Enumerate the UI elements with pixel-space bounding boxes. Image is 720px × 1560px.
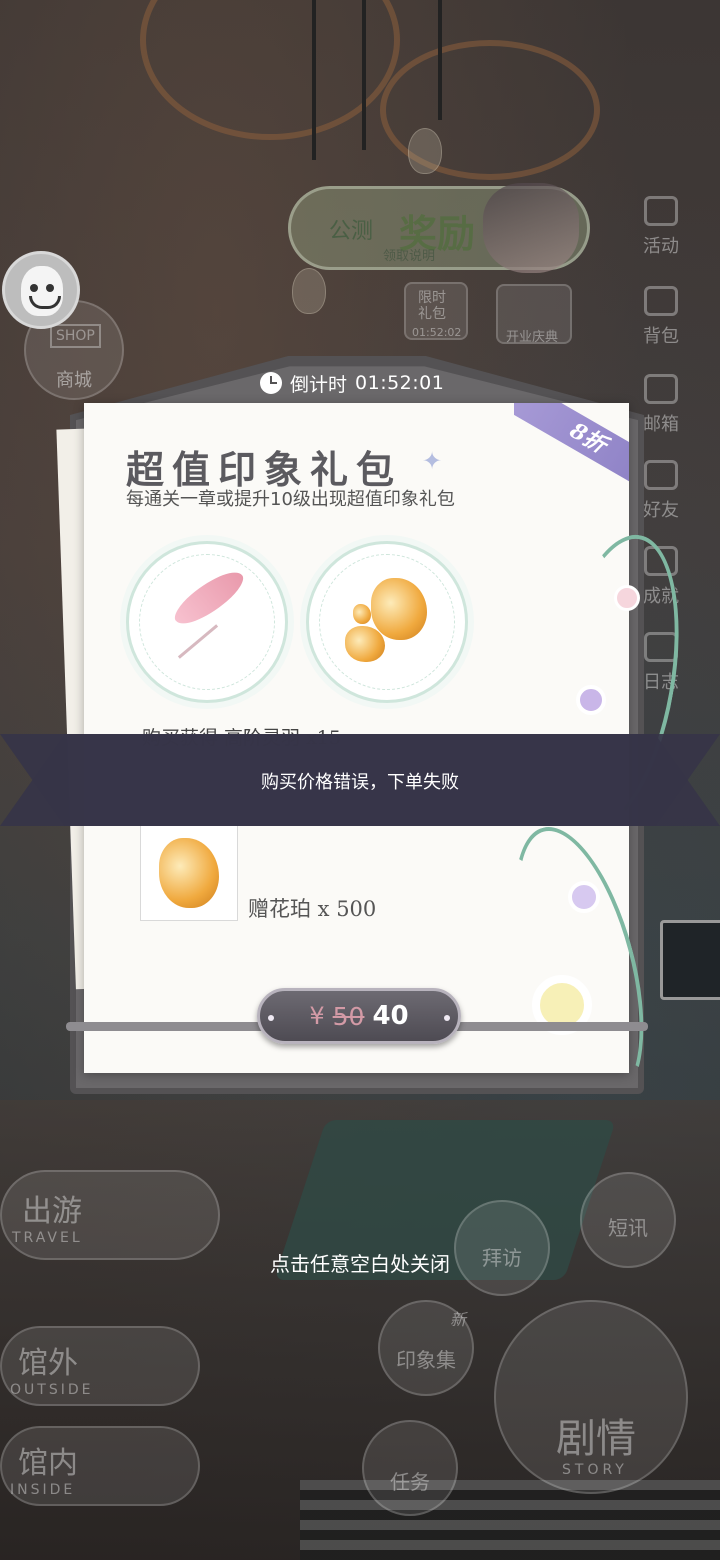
gift-item-slot[interactable] <box>140 823 238 921</box>
amber-icon <box>159 838 219 908</box>
character-portrait <box>483 183 579 273</box>
travel-button[interactable]: 出游 TRAVEL <box>0 1170 220 1260</box>
opening-celebration-badge[interactable]: 开业庆典 <box>496 284 572 345</box>
lamp-cord <box>362 0 366 150</box>
opening-celebration-label: 开业庆典 <box>506 330 559 345</box>
mail-icon <box>644 374 678 404</box>
travel-sub: TRAVEL <box>12 1230 83 1246</box>
clock-icon <box>260 372 282 394</box>
countdown-label: 倒计时 <box>290 373 348 396</box>
activity-label: 活动 <box>643 236 679 257</box>
friends-icon <box>644 460 678 490</box>
button-dot <box>444 1015 450 1021</box>
laptop-decor <box>660 920 720 1000</box>
banner-line3: 领取说明 <box>383 249 436 264</box>
album-label: 印象集 <box>396 1348 456 1372</box>
calendar-icon <box>644 196 678 226</box>
limited-pack-time: 01:52:02 <box>412 326 462 339</box>
story-button[interactable]: 剧情 STORY <box>494 1300 688 1494</box>
item-slot-feather[interactable] <box>126 541 288 703</box>
outside-label: 馆外 <box>18 1346 78 1381</box>
album-button[interactable]: 印象集 新 <box>378 1300 474 1396</box>
flower-icon <box>576 685 606 715</box>
currency-symbol: ¥ <box>309 1002 325 1030</box>
travel-label: 出游 <box>22 1194 82 1229</box>
discount-price: 40 <box>372 1001 409 1031</box>
shop-icon: SHOP <box>50 324 101 348</box>
bag-button[interactable]: 背包 <box>628 280 694 354</box>
bag-icon <box>644 286 678 316</box>
bag-label: 背包 <box>643 326 679 347</box>
mission-label: 任务 <box>390 1470 430 1494</box>
buy-button[interactable]: ¥ 50 40 <box>257 988 461 1044</box>
error-toast: 购买价格错误，下单失败 <box>0 734 720 826</box>
toast-message: 购买价格错误，下单失败 <box>261 772 459 793</box>
launch-reward-banner[interactable]: 公测 奖励 领取说明 <box>288 183 590 273</box>
pack-subtitle: 每通关一章或提升10级出现超值印象礼包 <box>126 489 455 510</box>
discount-corner: 8折 <box>514 403 629 483</box>
discount-badge: 8折 <box>514 403 629 483</box>
limited-pack-label: 限时礼包 <box>418 290 446 322</box>
item-slot-amber[interactable] <box>306 541 468 703</box>
countdown: 倒计时 01:52:01 <box>260 368 460 398</box>
inside-label: 馆内 <box>18 1446 78 1481</box>
amber-icon <box>345 626 385 662</box>
mission-button[interactable]: 任务 <box>362 1420 458 1516</box>
original-price: 50 <box>332 1001 365 1031</box>
close-hint[interactable]: 点击任意空白处关闭 <box>0 1248 720 1277</box>
player-avatar[interactable] <box>2 251 80 329</box>
flower-icon <box>614 585 640 611</box>
rug-decor <box>300 1480 720 1560</box>
limited-pack-badge[interactable]: 限时礼包 01:52:02 <box>404 282 468 340</box>
item-slot-ring <box>139 554 275 690</box>
ghost-avatar-icon <box>21 266 63 316</box>
banner-line1: 公测 <box>329 219 374 244</box>
countdown-value: 01:52:01 <box>355 372 445 394</box>
album-new-badge: 新 <box>450 1310 467 1329</box>
story-label: 剧情 <box>556 1416 636 1462</box>
shop-label: 商城 <box>56 370 92 391</box>
lamp-cord <box>312 0 316 160</box>
gift-line: 赠花珀 x 500 <box>248 897 377 921</box>
outside-sub: OUTSIDE <box>10 1382 94 1398</box>
message-label: 短讯 <box>608 1216 648 1240</box>
amber-icon <box>353 604 371 624</box>
activity-button[interactable]: 活动 <box>628 190 694 264</box>
bulb-decor <box>292 268 326 314</box>
lamp-cord <box>438 0 442 120</box>
flower-icon <box>568 881 600 913</box>
sparkle-icon: ✦ <box>422 447 443 475</box>
story-sub: STORY <box>562 1462 628 1478</box>
branch-decor <box>140 0 400 140</box>
inside-sub: INSIDE <box>10 1482 76 1498</box>
inside-button[interactable]: 馆内 INSIDE <box>0 1426 200 1506</box>
bulb-decor <box>408 128 442 174</box>
outside-button[interactable]: 馆外 OUTSIDE <box>0 1326 200 1406</box>
button-dot <box>268 1015 274 1021</box>
